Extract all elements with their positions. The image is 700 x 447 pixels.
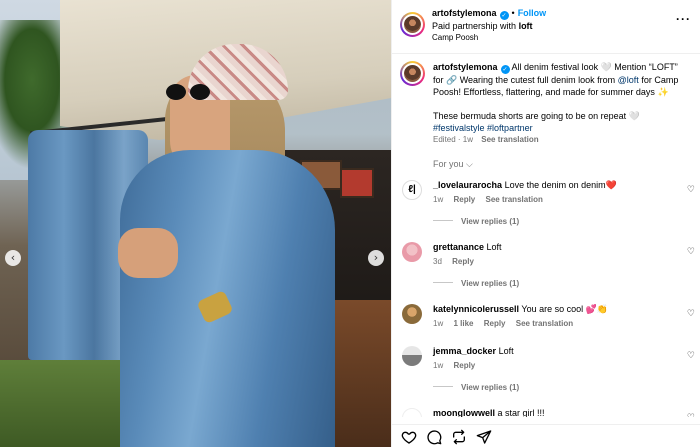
see-translation-button[interactable]: See translation — [486, 195, 543, 204]
location-link[interactable]: Camp Poosh — [432, 33, 478, 42]
comment-text-row: moonglowwell a star girl !!! — [433, 407, 678, 417]
comment-text: You are so cool 💕👏 — [521, 304, 609, 314]
caption-avatar[interactable] — [400, 61, 425, 86]
reply-button[interactable]: Reply — [453, 361, 475, 370]
comment-meta: 1w Reply — [433, 361, 483, 370]
share-icon[interactable] — [451, 429, 467, 445]
comment-time: 3d — [433, 257, 442, 266]
comment-username[interactable]: katelynnicolerussell — [433, 304, 519, 314]
comment-username[interactable]: moonglowwell — [433, 408, 495, 417]
comment-text-row: jemma_docker Loft — [433, 345, 678, 357]
comment-username[interactable]: _lovelaurarocha — [433, 180, 502, 190]
send-icon[interactable] — [476, 429, 492, 445]
chevron-left-icon[interactable]: ‹ — [5, 250, 21, 266]
separator-dot: • — [511, 8, 515, 18]
follow-button[interactable]: Follow — [518, 8, 547, 18]
comment-username[interactable]: jemma_docker — [433, 346, 496, 356]
comment-filter-dropdown[interactable]: For you ⌵ — [433, 159, 473, 170]
caption-meta: Edited · 1w See translation — [433, 135, 539, 144]
hashtag-link[interactable]: #loftpartner — [487, 123, 533, 133]
comment-text: Loft — [498, 346, 514, 356]
mention-link[interactable]: @loft — [618, 75, 639, 85]
reply-button[interactable]: Reply — [484, 319, 506, 328]
likes-count[interactable]: 1 like — [453, 319, 473, 328]
verified-icon: ✓ — [499, 11, 509, 20]
comment-time: 1w — [433, 361, 444, 370]
partnership-prefix: Paid partnership with — [432, 21, 517, 31]
avatar[interactable] — [402, 242, 422, 262]
comment-time: 1w — [433, 195, 444, 204]
comments-list[interactable]: artofstylemona ✓ All denim festival look … — [392, 55, 700, 417]
chevron-right-icon[interactable]: › — [368, 250, 384, 266]
comment-username[interactable]: grettanance — [433, 242, 484, 252]
heart-icon[interactable]: ♡ — [687, 185, 695, 195]
comment-meta: 3d Reply — [433, 257, 482, 266]
heart-icon[interactable]: ♡ — [687, 413, 695, 417]
reply-button[interactable]: Reply — [453, 195, 475, 204]
booth-sign — [340, 168, 374, 198]
reply-button[interactable]: Reply — [452, 257, 474, 266]
post-media[interactable]: ‹ › — [0, 0, 391, 447]
heart-icon[interactable]: ♡ — [687, 309, 695, 319]
avatar[interactable] — [400, 12, 425, 37]
see-translation-button[interactable]: See translation — [516, 319, 573, 328]
edited-time: Edited · 1w — [433, 135, 474, 144]
header-user-row: artofstylemona ✓ • Follow — [432, 8, 546, 20]
view-replies-button[interactable]: View replies (1) — [433, 383, 519, 392]
post-caption: artofstylemona ✓ All denim festival look … — [433, 61, 688, 134]
filter-label: For you — [433, 159, 464, 169]
sunglasses — [166, 84, 214, 102]
avatar[interactable] — [402, 408, 422, 417]
comment-text: Love the denim on denim❤️ — [504, 180, 617, 190]
heart-icon[interactable] — [401, 429, 417, 445]
avatar[interactable] — [402, 346, 422, 366]
partner-link[interactable]: loft — [519, 21, 533, 31]
caption-username[interactable]: artofstylemona — [433, 62, 498, 72]
comment-meta: 1w 1 like Reply See translation — [433, 319, 581, 328]
comment-text-row: grettanance Loft — [433, 241, 678, 253]
hand — [118, 228, 178, 278]
caption-text: These bermuda shorts are going to be on … — [433, 111, 640, 121]
view-replies-button[interactable]: View replies (1) — [433, 217, 519, 226]
more-icon[interactable]: ··· — [676, 12, 691, 26]
avatar[interactable]: ℓ| — [402, 180, 422, 200]
comment-text-row: _lovelaurarocha Love the denim on denim❤… — [433, 179, 678, 191]
comment-icon[interactable] — [426, 429, 442, 445]
see-translation-button[interactable]: See translation — [481, 135, 538, 144]
post-header: artofstylemona ✓ • Follow Paid partnership … — [392, 0, 700, 54]
comment-text: Loft — [486, 242, 502, 252]
verified-icon: ✓ — [500, 65, 510, 74]
post-side-panel: artofstylemona ✓ • Follow Paid partnership … — [391, 0, 700, 447]
heart-icon[interactable]: ♡ — [687, 247, 695, 257]
partnership-label: Paid partnership with loft — [432, 21, 533, 31]
action-bar — [392, 424, 700, 447]
chevron-down-icon: ⌵ — [466, 160, 473, 170]
avatar[interactable] — [402, 304, 422, 324]
comment-text: a star girl !!! — [497, 408, 545, 417]
hashtag-link[interactable]: #festivalstyle — [433, 123, 485, 133]
comment-time: 1w — [433, 319, 444, 328]
comment-text-row: katelynnicolerussell You are so cool 💕👏 — [433, 303, 678, 315]
heart-icon[interactable]: ♡ — [687, 351, 695, 361]
username-link[interactable]: artofstylemona — [432, 8, 497, 18]
view-replies-button[interactable]: View replies (1) — [433, 279, 519, 288]
comment-meta: 1w Reply See translation — [433, 195, 551, 204]
